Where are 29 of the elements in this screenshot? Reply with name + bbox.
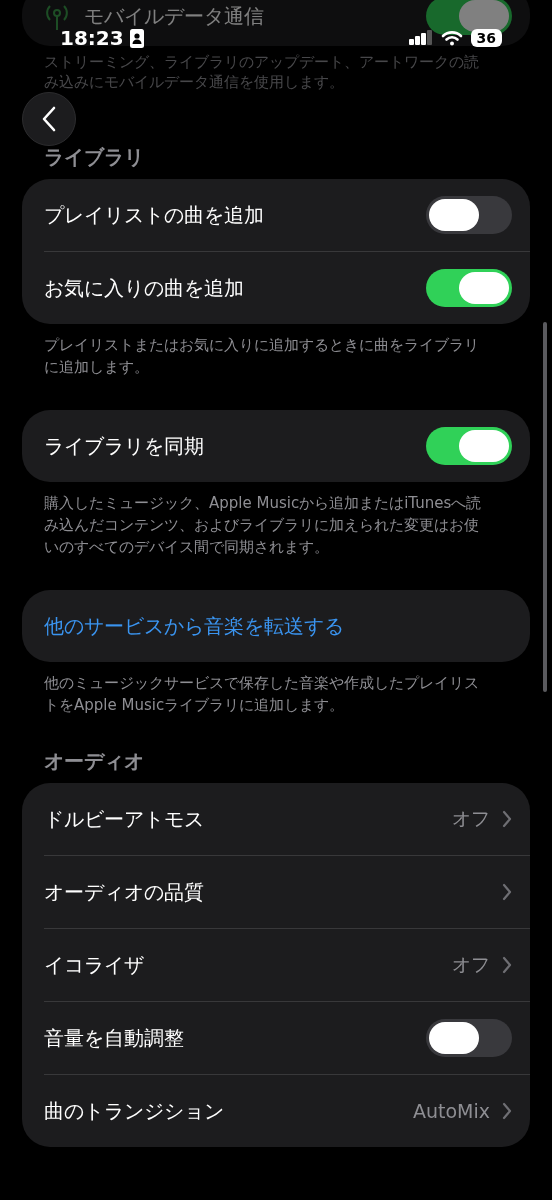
- footer-text: 他のミュージックサービスで保存した音楽や作成したプレイリストをApple Musicライブラリに追加します。: [43, 673, 480, 716]
- toggle-switch[interactable]: [426, 1019, 512, 1057]
- chevron-icon: [502, 810, 512, 828]
- row-label: お気に入りの曲を追加: [44, 274, 245, 302]
- toggle-switch[interactable]: [426, 196, 512, 234]
- settings-row[interactable]: イコライザ オフ: [44, 928, 530, 1001]
- back-icon: [42, 106, 56, 132]
- settings-row[interactable]: オーディオの品質: [44, 855, 530, 928]
- signal-icon: [408, 30, 433, 46]
- back-button[interactable]: [22, 92, 76, 146]
- chevron-icon: [502, 956, 512, 974]
- battery-icon: 36: [470, 29, 502, 47]
- row-label: プレイリストの曲を追加: [44, 201, 265, 229]
- section-header: オーディオ: [43, 748, 145, 775]
- row-label: 音量を自動調整: [44, 1024, 185, 1052]
- row-label: ライブラリを同期: [44, 432, 205, 460]
- contact-card-icon: [129, 28, 144, 48]
- settings-row[interactable]: ドルビーアトモス オフ: [44, 783, 530, 855]
- toggle-switch[interactable]: [426, 269, 512, 307]
- settings-row[interactable]: 曲のトランジション AutoMix: [44, 1074, 530, 1147]
- footer-text: 購入したミュージック、Apple Musicから追加またはiTunesへ読み込んだコンテンツ、およびライブラリに加えられた変更はお使いのすべてのデバイス間で同期されます。: [43, 493, 483, 558]
- toggle-switch[interactable]: [426, 0, 512, 35]
- chevron-icon: [502, 883, 512, 901]
- chevron-icon: [502, 1102, 512, 1120]
- description-text: ストリーミング、ライブラリのアップデート、アートワークの読み込みにモバイルデータ通信を使用します。: [43, 52, 480, 92]
- toggle-switch[interactable]: [426, 427, 512, 465]
- section-header: ライブラリ: [43, 144, 145, 171]
- footer-text: プレイリストまたはお気に入りに追加するときに曲をライブラリに追加します。: [43, 335, 480, 378]
- wifi-icon: [440, 30, 463, 46]
